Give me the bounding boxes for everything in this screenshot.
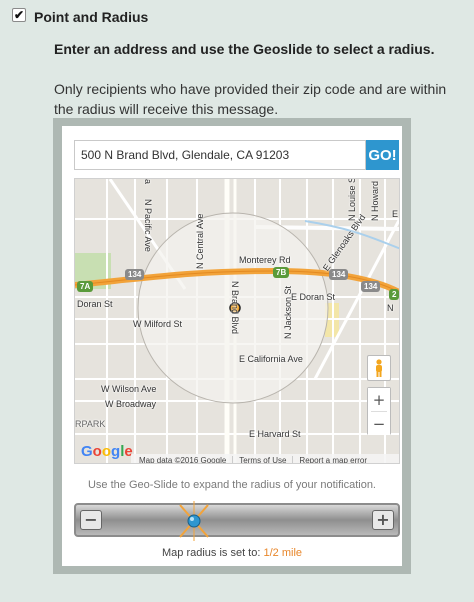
map-data-credit: Map data ©2016 Google bbox=[139, 455, 227, 464]
street-label-e-partial: E bbox=[392, 209, 399, 219]
zoom-out-button[interactable]: − bbox=[368, 412, 390, 435]
highway-shield: 134 bbox=[361, 281, 381, 292]
street-label-broadway: W Broadway bbox=[105, 399, 157, 409]
street-label-louise: N Louise St bbox=[347, 178, 357, 221]
exit-shield: 2 bbox=[389, 289, 399, 300]
geo-panel: GO! bbox=[53, 118, 411, 574]
street-label-harvard: E Harvard St bbox=[249, 429, 301, 439]
street-label-pacific: N Pacific Ave bbox=[143, 199, 153, 252]
geoslide-knob[interactable] bbox=[174, 499, 214, 543]
street-label-wilson: W Wilson Ave bbox=[101, 384, 157, 394]
street-label-milford: W Milford St bbox=[133, 319, 183, 329]
zoom-control: + − bbox=[367, 387, 391, 435]
go-button[interactable]: GO! bbox=[366, 140, 399, 170]
terms-of-use-link[interactable]: Terms of Use bbox=[232, 455, 292, 463]
map-footer: Map data ©2016 Google Terms of Use Repor… bbox=[131, 454, 399, 464]
exit-shield: 7A bbox=[77, 281, 94, 292]
area-label-park: RPARK bbox=[75, 419, 106, 429]
report-map-error-link[interactable]: Report a map error bbox=[292, 455, 373, 463]
street-label-monterey: Monterey Rd bbox=[239, 255, 291, 265]
radius-value: 1/2 mile bbox=[263, 547, 303, 559]
highway-shield: 134 bbox=[125, 269, 145, 280]
instructions-bold: Enter an address and use the Geoslide to… bbox=[54, 41, 435, 57]
street-label-central: N Central Ave bbox=[195, 213, 205, 269]
zoom-in-button[interactable]: + bbox=[368, 388, 390, 411]
street-view-pegman-icon[interactable] bbox=[367, 355, 391, 381]
map[interactable]: N Pacific Ave N Central Ave N Brand Blvd… bbox=[74, 178, 400, 464]
exit-shield: 7B bbox=[273, 267, 290, 278]
geoslide-plus-button[interactable]: + bbox=[372, 510, 394, 530]
street-label-n-partial: N bbox=[387, 303, 394, 313]
street-label-brand: N Brand Blvd bbox=[230, 281, 240, 335]
street-label-california: E California Ave bbox=[239, 354, 303, 364]
point-radius-checkbox[interactable]: ✔ bbox=[12, 8, 26, 22]
geoslide-minus-button[interactable]: − bbox=[80, 510, 102, 530]
radius-label: Map radius is set to: bbox=[161, 547, 261, 559]
address-input[interactable] bbox=[74, 140, 366, 170]
street-label-doran-w: Doran St bbox=[77, 299, 113, 309]
radius-status: Map radius is set to: 1/2 mile bbox=[62, 547, 402, 559]
street-label-howard: N Howard St bbox=[370, 178, 380, 221]
geoslide[interactable]: − + bbox=[74, 501, 400, 541]
google-logo[interactable]: Google bbox=[81, 443, 133, 460]
highway-shield: 134 bbox=[329, 269, 349, 280]
street-label-a-partial: a bbox=[143, 179, 153, 185]
geoslide-hint: Use the Geo-Slide to expand the radius o… bbox=[87, 479, 376, 491]
street-label-doran-e: E Doran St bbox=[291, 292, 336, 302]
geo-panel-inner: GO! bbox=[62, 126, 402, 566]
instructions-text: Only recipients who have provided their … bbox=[54, 81, 447, 117]
section-title: Point and Radius bbox=[34, 9, 149, 25]
